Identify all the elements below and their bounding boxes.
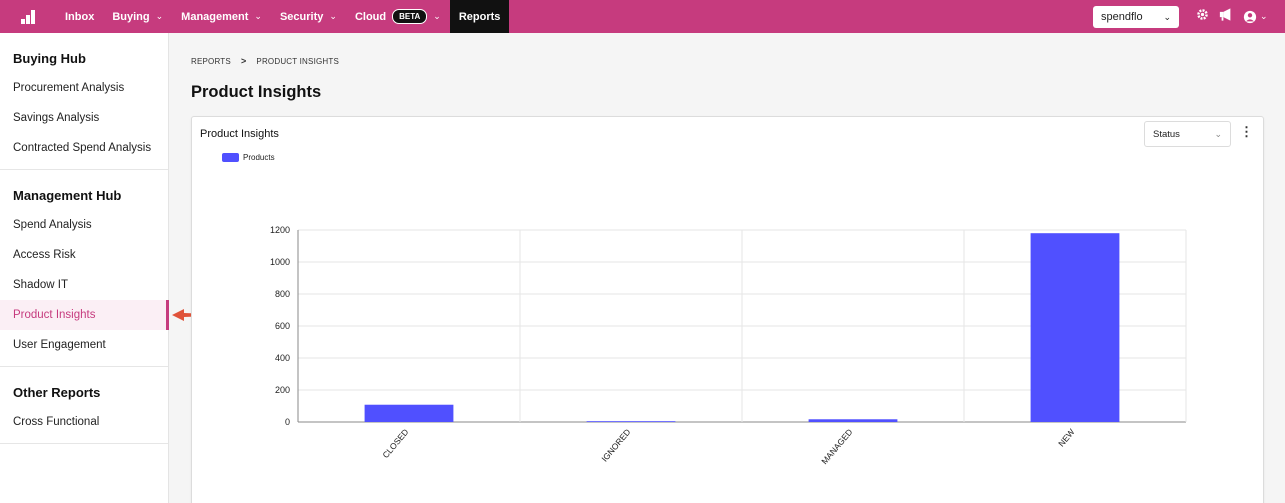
bar-ignored: [586, 421, 676, 422]
page-title: Product Insights: [191, 83, 322, 101]
top-icons: ⌄: [1196, 0, 1268, 33]
beta-badge: BETA: [392, 9, 428, 24]
bar-closed: [364, 404, 454, 422]
nav-inbox[interactable]: Inbox: [56, 0, 103, 33]
nav-management[interactable]: Management ⌄: [172, 0, 271, 33]
sidebar-section-buying-hub: Buying Hub Procurement Analysis Savings …: [0, 33, 168, 170]
sidebar-item-cross-functional[interactable]: Cross Functional: [0, 407, 168, 437]
nav-reports[interactable]: Reports: [449, 0, 510, 33]
y-tick-label: 600: [275, 321, 290, 331]
breadcrumb-separator: >: [240, 56, 247, 66]
chevron-down-icon: ⌄: [1163, 11, 1171, 22]
nav-cloud[interactable]: Cloud BETA ⌄: [346, 0, 450, 33]
user-account-icon[interactable]: ⌄: [1243, 10, 1268, 24]
bar-managed: [808, 419, 898, 422]
spendflo-logo-icon[interactable]: [0, 0, 56, 33]
bar-new: [1030, 233, 1120, 422]
product-insights-bar-chart: 0 200 400 600 800 1000 1200 CLOSED IGNORED MANAGE…: [270, 225, 1187, 466]
top-navbar: Inbox Buying ⌄ Management ⌄ Security ⌄ Clou…: [0, 0, 1285, 33]
chevron-down-icon: ⌄: [254, 11, 262, 21]
y-tick-label: 0: [285, 417, 290, 427]
sidebar-item-savings-analysis[interactable]: Savings Analysis: [0, 103, 168, 133]
sidebar-section-other-reports: Other Reports Cross Functional: [0, 367, 168, 444]
gear-icon[interactable]: [1196, 8, 1209, 26]
chevron-down-icon: ⌄: [1260, 11, 1268, 21]
breadcrumb-reports[interactable]: REPORTS: [191, 57, 231, 66]
sidebar-item-procurement-analysis[interactable]: Procurement Analysis: [0, 73, 168, 103]
breadcrumb: REPORTS > PRODUCT INSIGHTS: [191, 56, 339, 66]
chevron-down-icon: ⌄: [155, 11, 164, 21]
nav-security[interactable]: Security ⌄: [271, 0, 346, 33]
chevron-down-icon: ⌄: [329, 11, 337, 21]
sidebar-item-product-insights[interactable]: Product Insights: [0, 300, 169, 330]
sidebar-heading: Management Hub: [13, 188, 122, 203]
sidebar-item-user-engagement[interactable]: User Engagement: [0, 330, 168, 360]
org-select[interactable]: spendflo ⌄: [1093, 6, 1179, 28]
y-tick-label: 400: [275, 353, 290, 363]
y-tick-label: 800: [275, 289, 290, 299]
chevron-down-icon: ⌄: [433, 11, 441, 21]
x-category-label: MANAGED: [819, 427, 854, 466]
sidebar-item-access-risk[interactable]: Access Risk: [0, 240, 168, 270]
sidebar-item-spend-analysis[interactable]: Spend Analysis: [0, 210, 168, 240]
product-insights-card: Product Insights Status ⌄ ⋮ Products 0 20…: [191, 116, 1264, 503]
x-category-label: IGNORED: [599, 427, 632, 464]
y-tick-label: 1200: [270, 225, 290, 235]
nav-buying[interactable]: Buying ⌄: [103, 0, 172, 33]
breadcrumb-product-insights: PRODUCT INSIGHTS: [256, 56, 340, 66]
x-category-label: CLOSED: [380, 427, 410, 460]
x-category-label: NEW: [1056, 427, 1076, 449]
sidebar-item-shadow-it[interactable]: Shadow IT: [0, 270, 168, 300]
y-tick-label: 1000: [270, 257, 290, 267]
sidebar-heading: Buying Hub: [13, 51, 86, 66]
sidebar-item-contracted-spend-analysis[interactable]: Contracted Spend Analysis: [0, 133, 168, 163]
y-tick-label: 200: [275, 385, 290, 395]
sidebar-section-management-hub: Management Hub Spend Analysis Access Ris…: [0, 170, 169, 367]
reports-sidebar: Buying Hub Procurement Analysis Savings …: [0, 33, 169, 503]
megaphone-icon[interactable]: [1219, 7, 1233, 26]
sidebar-heading: Other Reports: [13, 385, 101, 400]
